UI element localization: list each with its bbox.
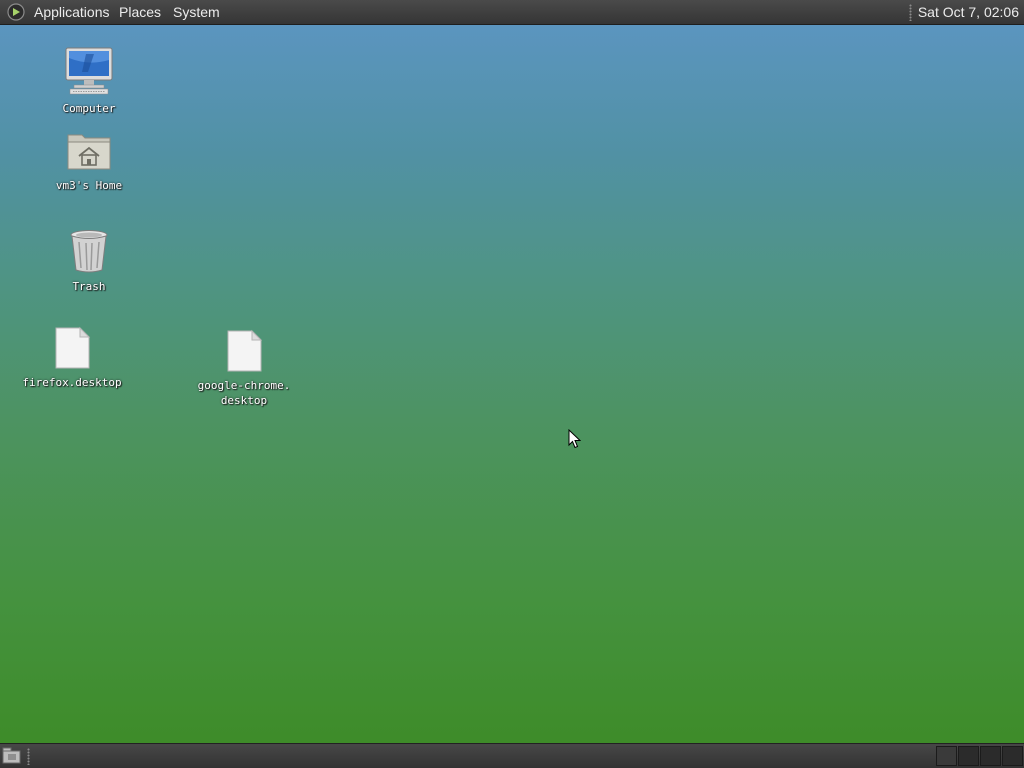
menu-system[interactable]: System xyxy=(173,0,220,25)
menu-applications[interactable]: Applications xyxy=(34,0,110,25)
workspace-switcher[interactable] xyxy=(935,746,1023,766)
desktop-icon-label: Computer xyxy=(62,102,116,115)
menu-logo-icon[interactable] xyxy=(6,3,26,21)
trash-icon xyxy=(54,228,124,279)
panel-handle xyxy=(909,4,912,21)
workspace-1[interactable] xyxy=(936,746,957,766)
workspace-4[interactable] xyxy=(1002,746,1023,766)
desktop-icon-computer[interactable]: Computer xyxy=(46,46,132,116)
desktop-icon-label: google-chrome. desktop xyxy=(197,379,291,407)
menu-places[interactable]: Places xyxy=(119,0,161,25)
mouse-cursor-icon xyxy=(568,428,582,449)
show-desktop-icon[interactable] xyxy=(2,747,22,765)
desktop-icon-home[interactable]: vm3's Home xyxy=(42,129,136,193)
desktop-icon-firefox-desktop[interactable]: firefox.desktop xyxy=(12,326,132,390)
desktop-icon-trash[interactable]: Trash xyxy=(54,228,124,294)
desktop-icon-label: Trash xyxy=(72,280,106,293)
computer-icon xyxy=(46,46,132,101)
desktop-icon-label: firefox.desktop xyxy=(22,376,122,389)
workspace-3[interactable] xyxy=(980,746,1001,766)
file-icon xyxy=(184,329,304,378)
top-panel: Applications Places System Sat Oct 7, 02… xyxy=(0,0,1024,25)
file-icon xyxy=(12,326,132,375)
bottom-panel xyxy=(0,743,1024,768)
home-folder-icon xyxy=(42,129,136,178)
workspace-2[interactable] xyxy=(958,746,979,766)
desktop-icon-label: vm3's Home xyxy=(55,179,123,192)
desktop[interactable]: Computer vm3's Home Trash firefox.deskto… xyxy=(0,25,1024,743)
clock[interactable]: Sat Oct 7, 02:06 xyxy=(918,0,1019,25)
desktop-icon-google-chrome-desktop[interactable]: google-chrome. desktop xyxy=(184,329,304,408)
panel-handle xyxy=(27,748,30,765)
